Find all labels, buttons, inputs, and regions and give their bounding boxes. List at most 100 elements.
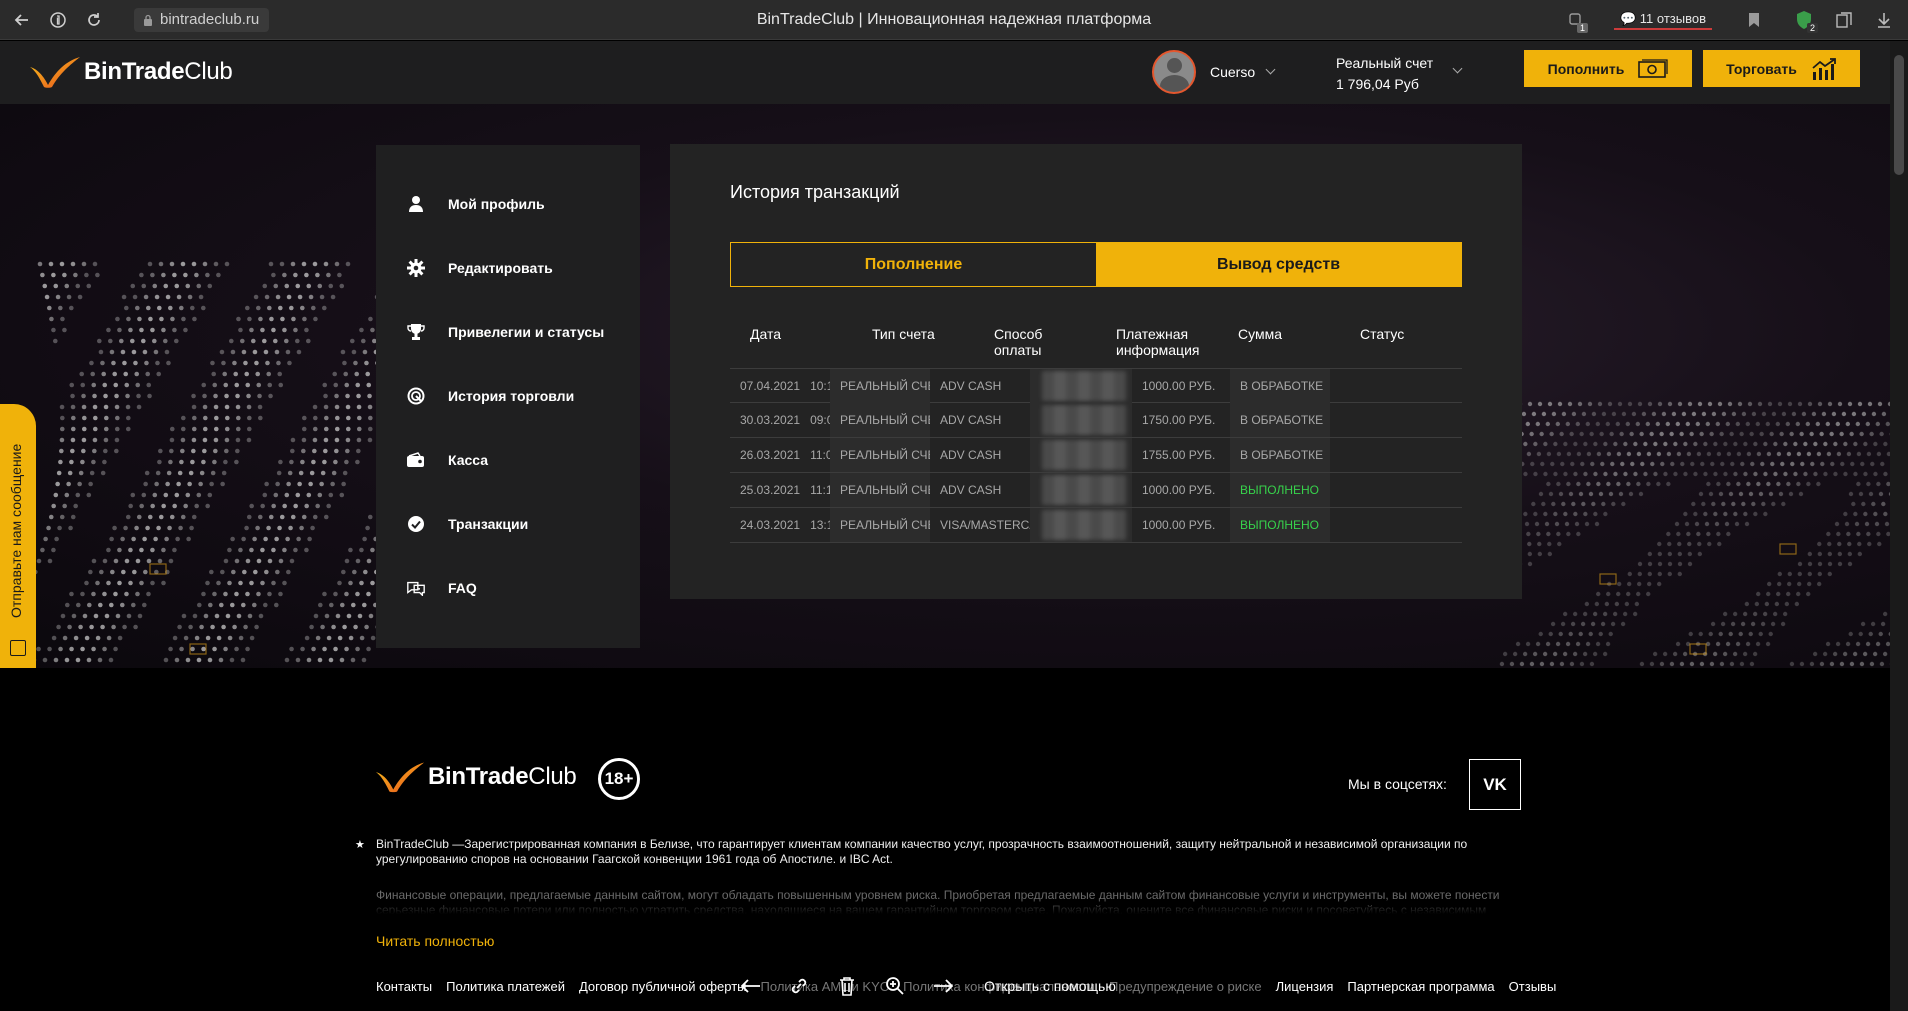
feedback-tab[interactable]: Отправьте нам сообщение bbox=[0, 404, 36, 676]
account-selector[interactable]: Реальный счет 1 796,04 Руб bbox=[1336, 53, 1433, 95]
speech-bubble-icon: 💬 bbox=[1619, 11, 1637, 26]
back-arrow-icon[interactable] bbox=[4, 0, 40, 40]
shield-extension-icon[interactable]: 2 bbox=[1784, 0, 1824, 40]
footer-logo[interactable]: BinTradeClub bbox=[374, 760, 577, 794]
chevron-down-icon bbox=[1265, 64, 1276, 74]
sidebar-item-label: Привелегии и статусы bbox=[448, 324, 605, 340]
cell-date: 25.03.202111:16 bbox=[740, 483, 830, 497]
sidebar-item-label: История торговли bbox=[448, 388, 575, 404]
footer-link[interactable]: Предупреждение о риске bbox=[1109, 979, 1262, 994]
tab-deposit[interactable]: Пополнение bbox=[731, 243, 1096, 286]
sidebar-item-trade-history[interactable]: История торговли bbox=[406, 381, 574, 411]
logo-mark-icon bbox=[375, 762, 425, 793]
cell-date: 30.03.202109:09 bbox=[740, 413, 830, 427]
history-icon bbox=[406, 386, 426, 406]
check-circle-icon bbox=[406, 514, 426, 534]
page-title: История транзакций bbox=[730, 182, 900, 202]
feedback-tab-label: Отправьте нам сообщение bbox=[8, 443, 24, 618]
yandex-icon[interactable] bbox=[40, 0, 76, 40]
table-row: 07.04.202110:15РЕАЛЬНЫЙ СЧЕТ ADV CASH 1000… bbox=[730, 368, 1462, 403]
reload-icon[interactable] bbox=[76, 0, 112, 40]
logo-text-thin: Club bbox=[184, 58, 233, 85]
table-row: 24.03.202113:17РЕАЛЬНЫЙ СЧЕТ VISA/MASTERC… bbox=[730, 508, 1462, 543]
avatar bbox=[1152, 50, 1196, 94]
age-restriction-badge: 18+ bbox=[598, 758, 640, 800]
sidebar-item-privileges[interactable]: Привелегии и статусы bbox=[406, 317, 604, 347]
tab-withdraw[interactable]: Вывод средств bbox=[1096, 243, 1461, 286]
cell-payment-info bbox=[1030, 438, 1132, 472]
footer-link[interactable]: Лицензия bbox=[1276, 979, 1334, 994]
extension-icon[interactable]: 1 bbox=[1556, 0, 1596, 40]
cell-account-type: РЕАЛЬНЫЙ СЧЕТ bbox=[830, 508, 930, 542]
gear-icon bbox=[406, 258, 426, 278]
reviews-badge[interactable]: 💬 11 отзывов bbox=[1613, 10, 1712, 30]
cell-payment-info bbox=[1030, 473, 1132, 507]
logo-mark-icon bbox=[30, 57, 80, 88]
cell-amount: 1000.00 РУБ. bbox=[1142, 379, 1216, 393]
logo-text-bold: BinTrade bbox=[84, 58, 185, 85]
cell-amount: 1000.00 РУБ. bbox=[1142, 483, 1216, 497]
user-menu[interactable]: Cuerso bbox=[1152, 50, 1276, 94]
company-legal-text: BinTradeClub —Зарегистрированная компани… bbox=[376, 837, 1468, 866]
read-more-link[interactable]: Читать полностью bbox=[376, 933, 494, 949]
account-balance: 1 796,04 Руб bbox=[1336, 76, 1419, 92]
transactions-table: 07.04.202110:15 РЕАЛЬНЫЙ СЧЕТ ADV CASH 1000… bbox=[730, 368, 1462, 543]
faq-icon bbox=[406, 578, 426, 598]
cell-date: 07.04.202110:15 bbox=[740, 379, 830, 393]
wallet-icon bbox=[406, 450, 426, 470]
cell-method: ADV CASH bbox=[940, 413, 1002, 427]
trash-icon[interactable] bbox=[836, 975, 858, 997]
redacted-payment-info bbox=[1042, 371, 1126, 401]
footer-link[interactable]: Контакты bbox=[376, 979, 432, 994]
chevron-down-icon[interactable] bbox=[1452, 63, 1463, 74]
site-logo[interactable]: BinTradeClub bbox=[28, 55, 233, 89]
sidebar-item-cashier[interactable]: Касса bbox=[406, 445, 488, 475]
trophy-icon bbox=[406, 322, 426, 342]
trade-button[interactable]: Торговать bbox=[1703, 50, 1860, 87]
footer-link[interactable]: Отзывы bbox=[1509, 979, 1557, 994]
footer-link[interactable]: Договор публичной оферты bbox=[579, 979, 747, 994]
redacted-payment-info bbox=[1042, 440, 1126, 470]
deposit-button[interactable]: Пополнить bbox=[1524, 50, 1692, 87]
browser-toolbar: bintradeclub.ru BinTradeClub | Инновацио… bbox=[0, 0, 1908, 40]
sidebar-item-profile[interactable]: Мой профиль bbox=[406, 189, 545, 219]
site-header: BinTradeClub Cuerso Реальный счет 1 796,… bbox=[0, 41, 1908, 104]
extension-badge: 2 bbox=[1806, 23, 1818, 33]
profile-sidebar: Мой профиль Редактировать Привелегии и с… bbox=[376, 145, 640, 648]
sidebar-item-label: Транзакции bbox=[448, 516, 529, 532]
open-with-label[interactable]: Открыть с помощью bbox=[984, 978, 1116, 994]
user-icon bbox=[406, 194, 426, 214]
sidebar-item-label: Редактировать bbox=[448, 260, 553, 276]
column-header-amount: Сумма bbox=[1238, 326, 1282, 342]
page-scrollbar[interactable] bbox=[1890, 41, 1908, 1011]
sidebar-item-edit[interactable]: Редактировать bbox=[406, 253, 553, 283]
sidebar-item-faq[interactable]: FAQ bbox=[406, 573, 477, 603]
arrow-left-icon[interactable] bbox=[740, 975, 762, 997]
vk-icon[interactable]: VK bbox=[1469, 759, 1521, 810]
footer-link[interactable]: Партнерская программа bbox=[1347, 979, 1494, 994]
download-icon[interactable] bbox=[1864, 0, 1904, 40]
cell-method: ADV CASH bbox=[940, 379, 1002, 393]
redacted-payment-info bbox=[1042, 510, 1126, 540]
cell-status: ВЫПОЛНЕНО bbox=[1230, 473, 1330, 507]
arrow-right-icon[interactable] bbox=[932, 975, 954, 997]
cell-date: 24.03.202113:17 bbox=[740, 518, 830, 532]
sidebar-item-transactions[interactable]: Транзакции bbox=[406, 509, 528, 539]
cell-method: ADV CASH bbox=[940, 448, 1002, 462]
footer-link[interactable]: Политика платежей bbox=[446, 979, 565, 994]
address-bar[interactable]: bintradeclub.ru bbox=[134, 8, 270, 32]
link-icon[interactable] bbox=[788, 975, 810, 997]
cell-date: 26.03.202111:00 bbox=[740, 448, 830, 462]
zoom-in-icon[interactable] bbox=[884, 975, 906, 997]
logo-text-thin: Club bbox=[528, 763, 577, 790]
viewer-overlay-toolbar: Открыть с помощью bbox=[740, 968, 1116, 1004]
collections-icon[interactable] bbox=[1824, 0, 1864, 40]
scrollbar-thumb[interactable] bbox=[1894, 55, 1904, 175]
social-label: Мы в соцсетях: bbox=[1348, 776, 1447, 792]
bookmark-icon[interactable] bbox=[1734, 0, 1774, 40]
table-row: 26.03.202111:00РЕАЛЬНЫЙ СЧЕТ ADV CASH 1755… bbox=[730, 438, 1462, 473]
column-header-account-type: Тип счета bbox=[872, 326, 935, 342]
table-row: 25.03.202111:16РЕАЛЬНЫЙ СЧЕТ ADV CASH 1000… bbox=[730, 473, 1462, 508]
cell-status: В ОБРАБОТКЕ bbox=[1230, 403, 1330, 437]
column-header-payment-info: Платежная информация bbox=[1116, 326, 1200, 358]
